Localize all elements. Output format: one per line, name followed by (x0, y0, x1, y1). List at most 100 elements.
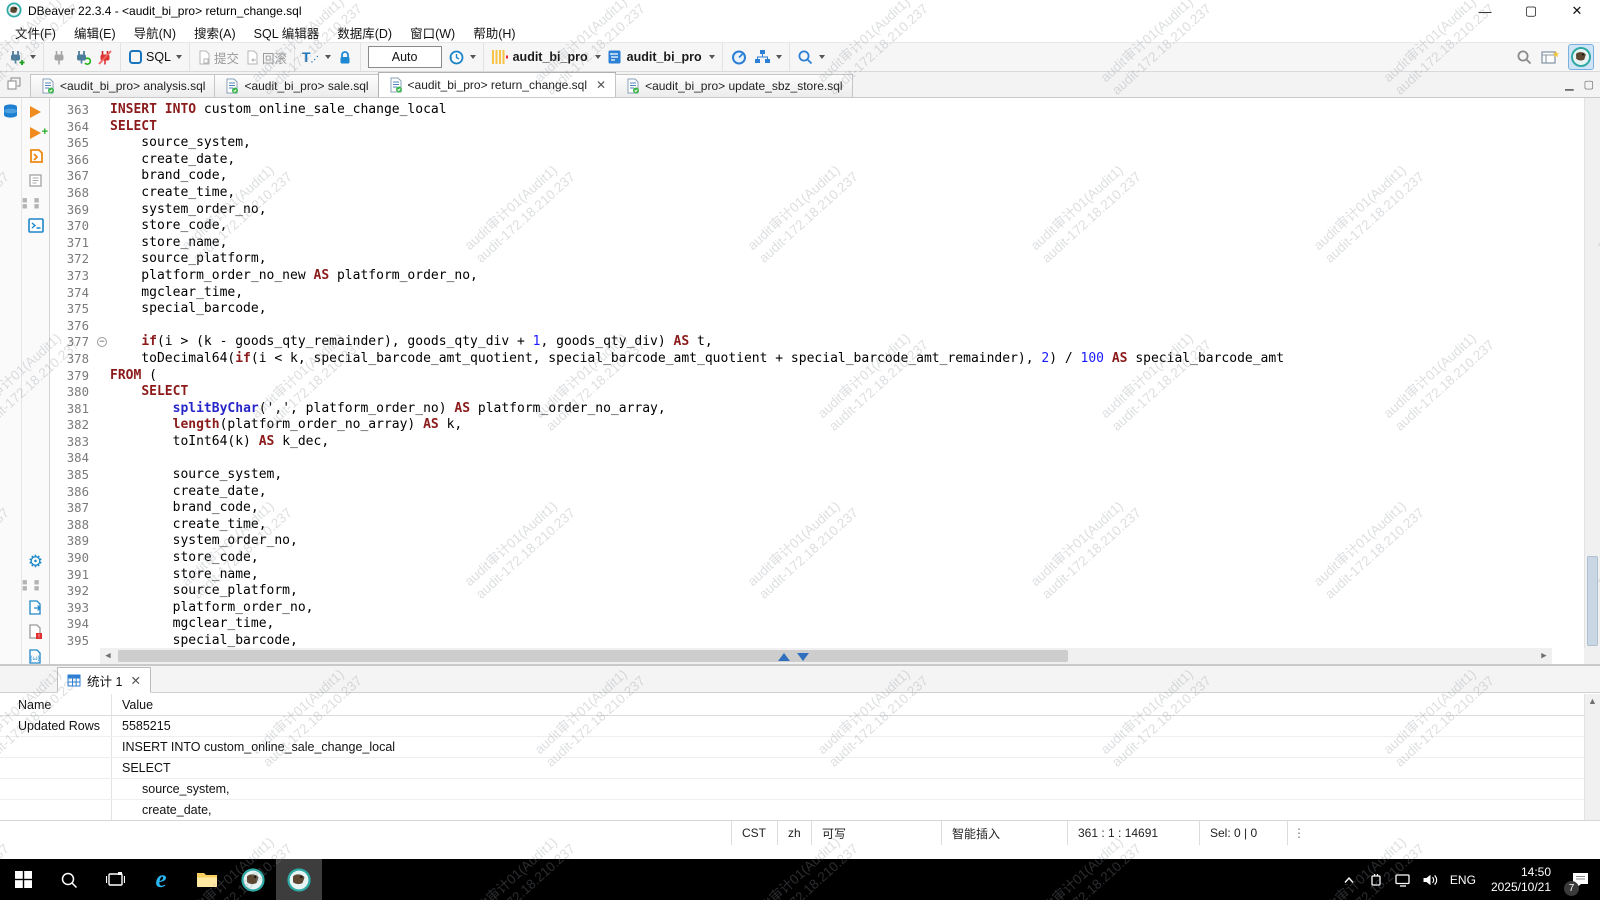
menu-item-3[interactable]: 搜索(A) (185, 23, 245, 42)
menu-item-2[interactable]: 导航(N) (125, 23, 185, 42)
close-button[interactable]: ✕ (1554, 0, 1600, 22)
search-button[interactable] (794, 45, 828, 69)
stats-tab[interactable]: 统计 1 ✕ (57, 667, 151, 693)
maximize-view-icon[interactable]: ▢ (1584, 78, 1594, 91)
status-write-mode[interactable]: 可写 (812, 821, 942, 845)
console-icon[interactable] (28, 218, 44, 233)
clock[interactable]: 14:50 2025/10/21 (1482, 865, 1560, 894)
dbeaver-taskbar-button-active[interactable] (276, 859, 322, 900)
sql-editor-button[interactable]: SQL (125, 45, 185, 69)
menu-item-4[interactable]: SQL 编辑器 (245, 23, 329, 42)
history-button[interactable] (445, 45, 479, 69)
status-caret-position[interactable]: 361 : 1 : 14691 (1068, 821, 1200, 845)
dbeaver-taskbar-button[interactable] (230, 859, 276, 900)
close-icon[interactable]: ✕ (596, 78, 606, 92)
execute-statement-icon[interactable] (30, 106, 41, 118)
fold-column (96, 467, 110, 484)
scroll-right-arrow[interactable]: ▶ (1536, 648, 1552, 664)
maximize-panel-icon[interactable] (778, 653, 790, 661)
menu-item-1[interactable]: 编辑(E) (65, 23, 125, 42)
code-text: create_time, (110, 185, 235, 202)
tray-expand-button[interactable] (1336, 859, 1363, 900)
tray-volume-button[interactable] (1417, 859, 1444, 900)
error-log-icon[interactable]: ! (28, 624, 43, 640)
schema-selector[interactable]: audit_bi_pro (604, 45, 718, 69)
fold-collapse-icon[interactable]: − (97, 337, 107, 347)
task-view-button[interactable] (92, 859, 138, 900)
maximize-button[interactable]: ▢ (1508, 0, 1554, 22)
menu-item-7[interactable]: 帮助(H) (464, 23, 524, 42)
notification-center-button[interactable]: 7 (1560, 859, 1600, 900)
lock-button[interactable] (334, 45, 356, 69)
status-timezone[interactable]: CST (732, 821, 778, 845)
file-explorer-button[interactable] (184, 859, 230, 900)
hscroll-thumb[interactable] (118, 650, 1068, 662)
restore-panel-icon[interactable] (7, 77, 21, 90)
panel-sash-controls[interactable] (778, 653, 809, 661)
code-area[interactable]: 363INSERT INTO custom_online_sale_change… (50, 102, 1584, 648)
scroll-left-arrow[interactable]: ◀ (100, 648, 116, 664)
editor-tab-0[interactable]: <audit_bi_pro> analysis.sql (30, 74, 215, 97)
menu-item-5[interactable]: 数据库(D) (328, 23, 401, 42)
close-icon[interactable]: ✕ (130, 673, 140, 688)
stats-row-3[interactable]: source_system, (0, 779, 1584, 800)
status-overflow-menu[interactable]: ⋮ (1288, 821, 1310, 845)
sql-editor[interactable]: 363INSERT INTO custom_online_sale_change… (50, 98, 1600, 664)
plug-connect-icon (7, 49, 25, 66)
language-indicator[interactable]: ENG (1444, 873, 1482, 887)
taskbar-search-button[interactable] (46, 859, 92, 900)
connect-button[interactable] (4, 45, 39, 69)
editor-horizontal-scrollbar[interactable]: ◀ ▶ (100, 648, 1552, 664)
panel-vertical-scrollbar[interactable]: ▲ (1584, 694, 1600, 820)
scroll-up-arrow[interactable]: ▲ (1588, 696, 1597, 820)
line-number: 365 (50, 135, 96, 152)
transaction-log-button[interactable]: T⋰ (299, 45, 334, 69)
stats-row-0[interactable]: Updated Rows5585215 (0, 716, 1584, 737)
stats-row-1[interactable]: INSERT INTO custom_online_sale_change_lo… (0, 737, 1584, 758)
stats-row-2[interactable]: SELECT (0, 758, 1584, 779)
database-navigator-icon[interactable] (2, 103, 19, 120)
code-line: 379FROM ( (50, 368, 1584, 385)
minimize-button[interactable]: — (1462, 0, 1508, 22)
tray-device-button[interactable] (1363, 859, 1390, 900)
status-insert-mode[interactable]: 智能插入 (942, 821, 1068, 845)
connection-selector[interactable]: audit_bi_pro (488, 45, 604, 69)
autocommit-select[interactable]: Auto (368, 46, 442, 68)
search-icon (60, 871, 78, 889)
ie-icon: e (155, 866, 166, 894)
status-selection[interactable]: Sel: 0 | 0 (1200, 821, 1288, 845)
code-line: 368 create_time, (50, 185, 1584, 202)
editor-tab-2[interactable]: <audit_bi_pro> return_change.sql✕ (378, 72, 617, 97)
open-perspective-icon[interactable] (1541, 49, 1560, 66)
execute-new-tab-icon[interactable]: + (30, 127, 41, 139)
output-export-icon[interactable] (28, 600, 43, 615)
menu-item-0[interactable]: 文件(F) (6, 23, 65, 42)
tray-display-button[interactable] (1390, 859, 1417, 900)
network-button[interactable] (751, 45, 785, 69)
editor-left-rail: + ■ ■ ■ ■ ⚙ ■ ■ ■ ■ ! (ω) (22, 98, 50, 664)
editor-tab-3[interactable]: <audit_bi_pro> update_sbz_store.sql (615, 74, 852, 97)
autocommit-value: Auto (392, 50, 418, 64)
code-text: source_platform, (110, 251, 267, 268)
variables-doc-icon[interactable]: (ω) (28, 649, 43, 664)
code-text: if(i > (k - goods_qty_remainder), goods_… (110, 334, 713, 351)
stats-row-4[interactable]: create_date, (0, 800, 1584, 820)
fold-column (96, 583, 110, 600)
quick-search-icon[interactable] (1516, 49, 1533, 66)
menu-item-6[interactable]: 窗口(W) (401, 23, 464, 42)
vscroll-thumb[interactable] (1587, 556, 1598, 646)
minimize-panel-icon[interactable] (797, 653, 809, 661)
internet-explorer-button[interactable]: e (138, 859, 184, 900)
editor-vertical-scrollbar[interactable] (1584, 98, 1600, 648)
minimize-view-icon[interactable]: ▁ (1565, 78, 1573, 91)
dbeaver-perspective-button[interactable] (1568, 44, 1594, 70)
settings-gear-icon[interactable]: ⚙ (28, 553, 43, 570)
explain-plan-icon[interactable] (28, 173, 43, 188)
status-lang[interactable]: zh (778, 821, 812, 845)
reconnect-button[interactable] (70, 45, 94, 69)
execute-script-icon[interactable] (28, 148, 44, 164)
editor-tab-1[interactable]: <audit_bi_pro> sale.sql (214, 74, 378, 97)
start-button[interactable] (0, 859, 46, 900)
dashboard-button[interactable] (727, 45, 751, 69)
invalidate-disconnect-button[interactable] (94, 45, 116, 69)
